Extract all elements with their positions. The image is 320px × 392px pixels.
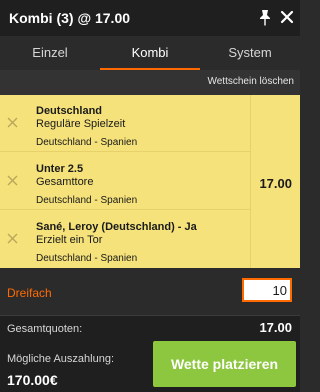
- close-icon[interactable]: [280, 10, 294, 24]
- bet-event: Deutschland - Spanien: [36, 137, 138, 148]
- remove-bet-icon[interactable]: [7, 233, 18, 244]
- bet-type-tabs: Einzel Kombi System: [0, 36, 300, 70]
- place-bet-button[interactable]: Wette platzieren: [153, 341, 296, 387]
- summary: Gesamtquoten: 17.00 Mögliche Auszahlung:…: [0, 316, 300, 392]
- combined-odds-column: 17.00: [250, 95, 300, 268]
- payout-label: Mögliche Auszahlung:: [7, 353, 115, 365]
- betslip-header: Kombi (3) @ 17.00: [0, 0, 300, 36]
- bet-selection: Sané, Leroy (Deutschland) - Ja: [36, 221, 197, 233]
- bet-item: Deutschland Reguläre Spielzeit Deutschla…: [0, 95, 250, 152]
- bet-market: Reguläre Spielzeit: [36, 118, 126, 130]
- bet-list: Deutschland Reguläre Spielzeit Deutschla…: [0, 95, 300, 268]
- betslip-title: Kombi (3) @ 17.00: [9, 10, 131, 26]
- total-odds-label: Gesamtquoten:: [7, 323, 83, 335]
- bet-event: Deutschland - Spanien: [36, 253, 138, 264]
- tab-system[interactable]: System: [200, 36, 300, 70]
- bet-item: Unter 2.5 Gesamttore Deutschland - Spani…: [0, 153, 250, 210]
- bet-item: Sané, Leroy (Deutschland) - Ja Erzielt e…: [0, 211, 250, 268]
- clear-betslip-link[interactable]: Wettschein löschen: [207, 76, 294, 87]
- total-odds-value: 17.00: [259, 320, 292, 335]
- bet-selection: Unter 2.5: [36, 163, 84, 175]
- bet-market: Erzielt ein Tor: [36, 234, 103, 246]
- remove-bet-icon[interactable]: [7, 117, 18, 128]
- clear-row: Wettschein löschen: [0, 70, 300, 95]
- stake-label: Dreifach: [7, 286, 52, 300]
- betslip: Kombi (3) @ 17.00 Einzel Kombi System We…: [0, 0, 300, 392]
- bet-selection: Deutschland: [36, 105, 103, 117]
- tab-einzel[interactable]: Einzel: [0, 36, 100, 70]
- combined-odds: 17.00: [259, 176, 292, 191]
- bet-event: Deutschland - Spanien: [36, 195, 138, 206]
- payout-value: 170.00€: [7, 372, 58, 388]
- stake-row: Dreifach: [0, 268, 300, 316]
- pin-icon[interactable]: [257, 9, 273, 27]
- remove-bet-icon[interactable]: [7, 175, 18, 186]
- tab-kombi[interactable]: Kombi: [100, 36, 200, 70]
- stake-input[interactable]: [242, 278, 292, 302]
- bet-market: Gesamttore: [36, 176, 94, 188]
